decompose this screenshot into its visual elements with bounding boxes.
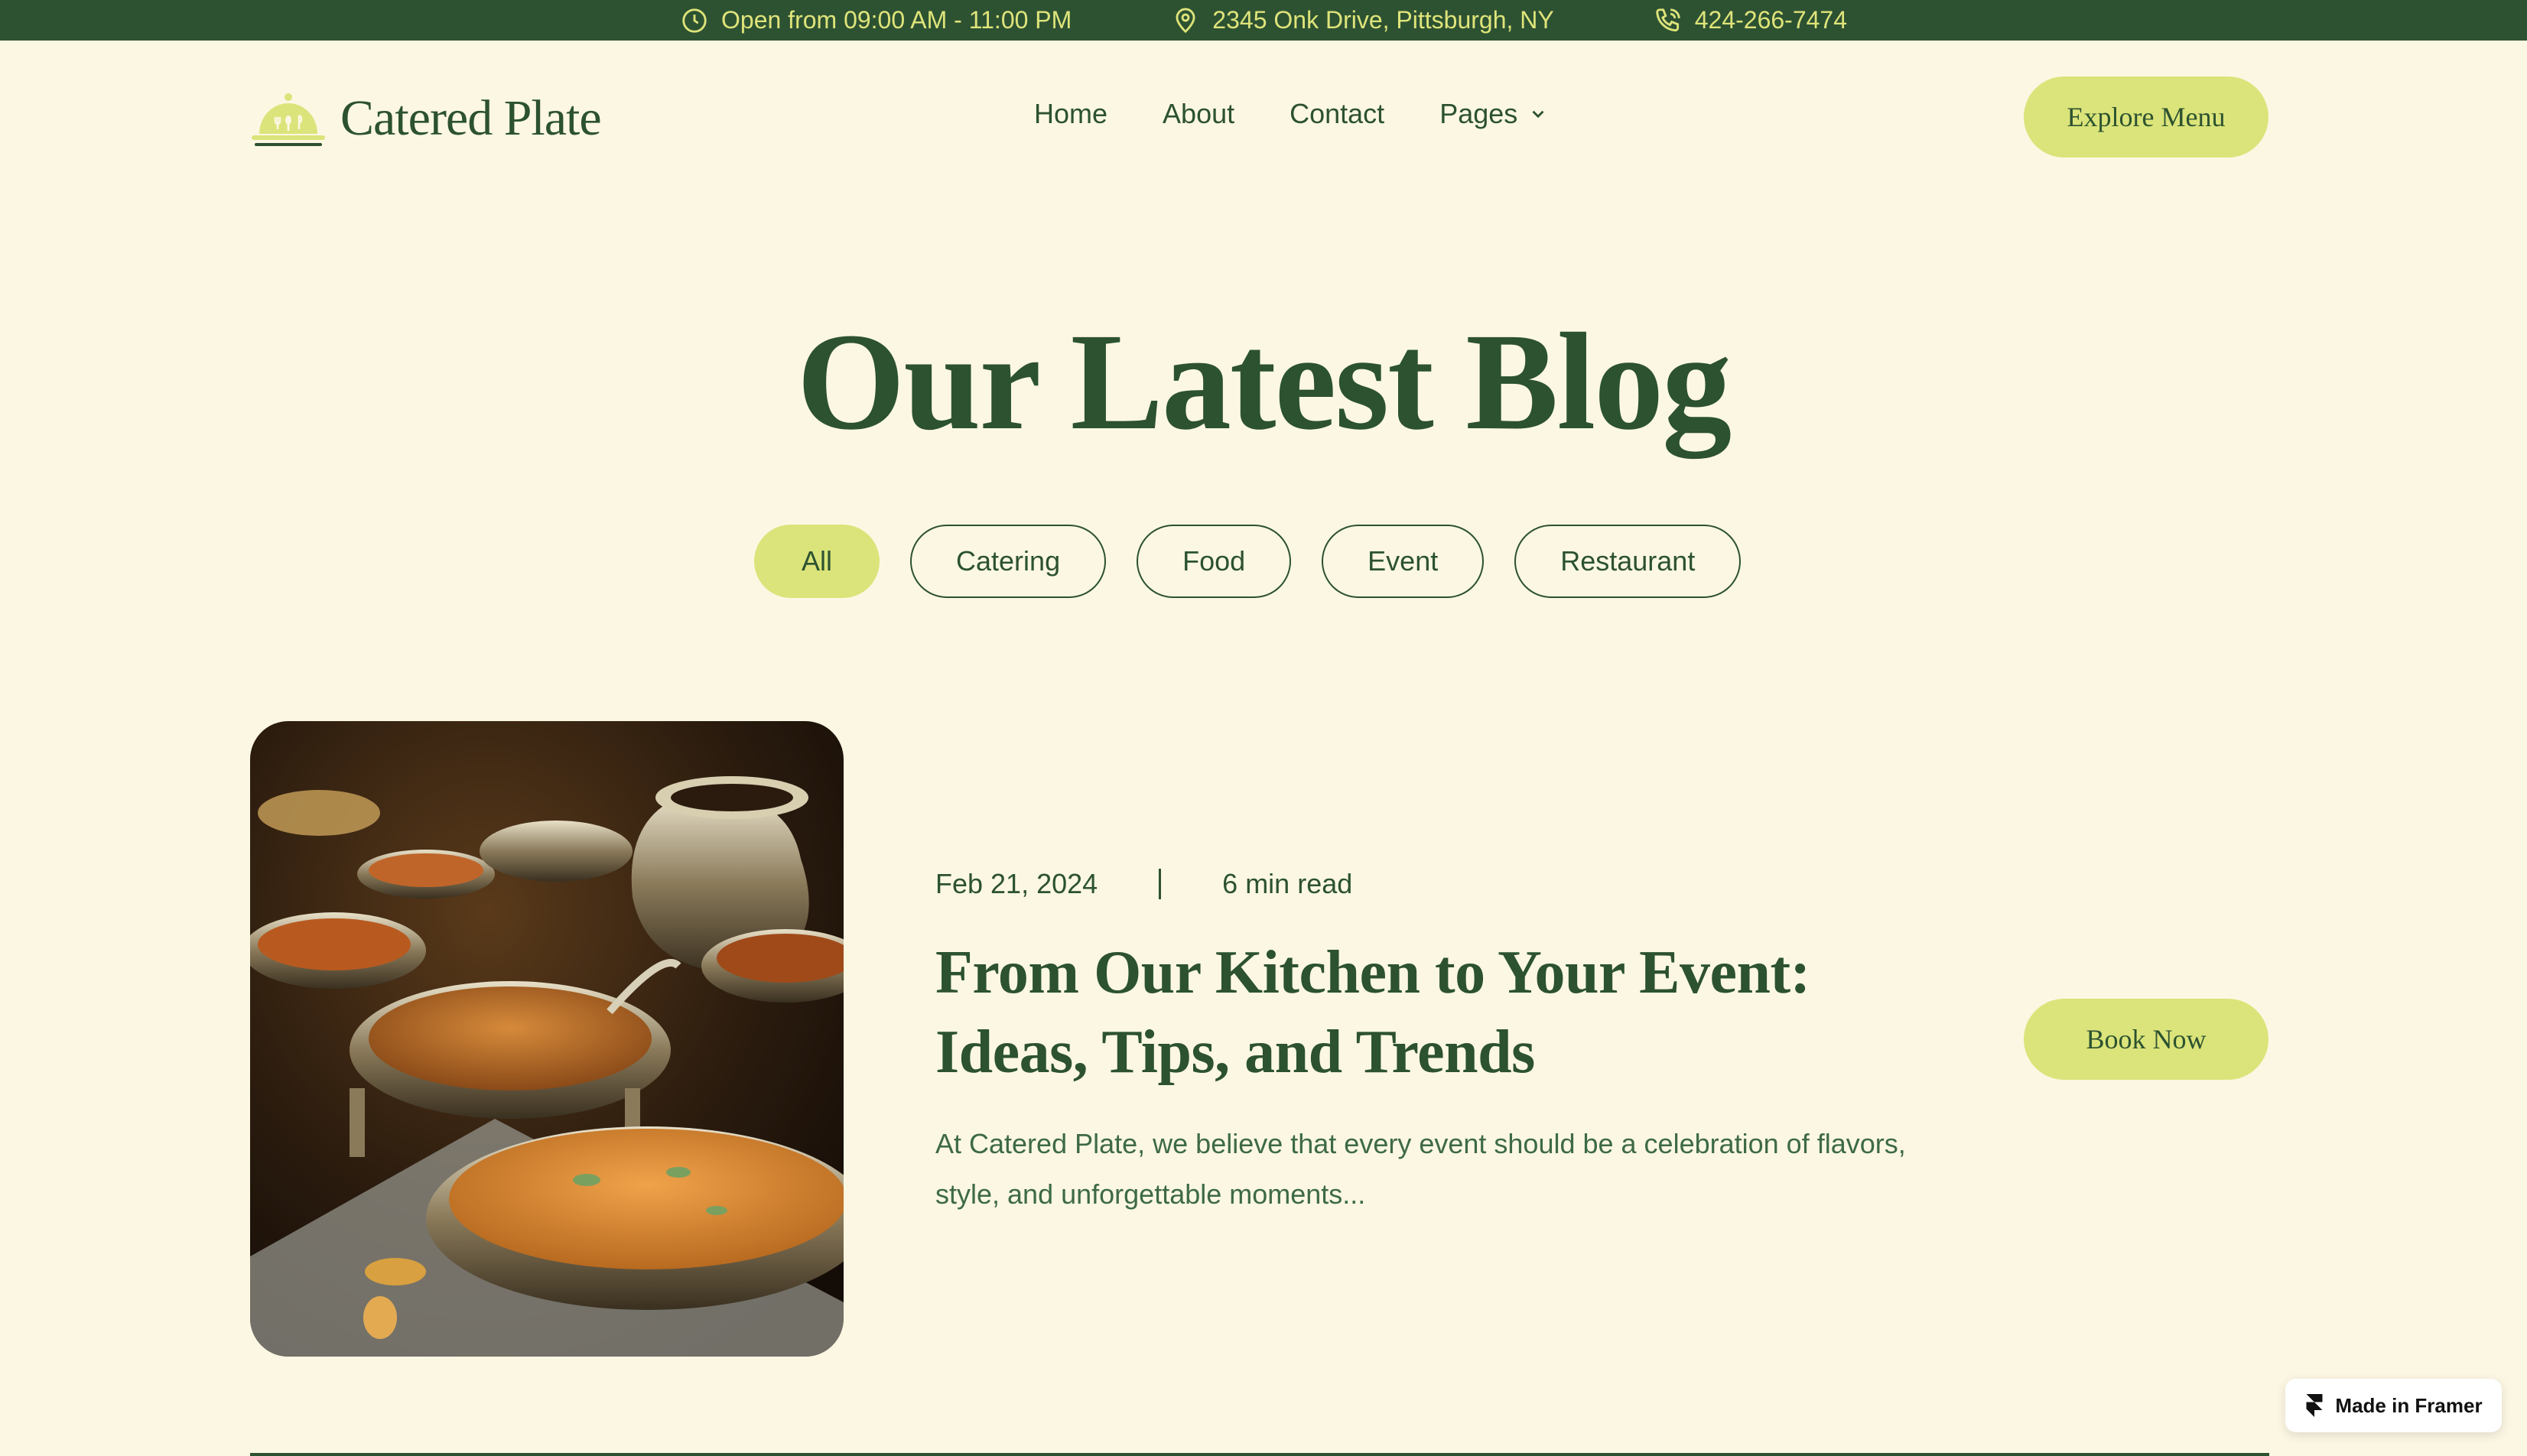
filter-restaurant[interactable]: Restaurant <box>1514 525 1742 598</box>
phone[interactable]: 424-266-7474 <box>1654 6 1847 35</box>
category-filters: All Catering Food Event Restaurant <box>754 525 1742 598</box>
top-info-bar: Open from 09:00 AM - 11:00 PM 2345 Onk D… <box>0 0 2527 41</box>
opening-hours-text: Open from 09:00 AM - 11:00 PM <box>721 6 1072 34</box>
chevron-down-icon <box>1532 110 1544 119</box>
nav-about-label: About <box>1163 98 1235 129</box>
phone-icon <box>1656 8 1680 31</box>
nav-pages-dropdown[interactable]: Pages <box>1439 98 1548 130</box>
nav-about[interactable]: About <box>1163 98 1234 130</box>
clock-icon <box>682 8 707 33</box>
post-title[interactable]: From Our Kitchen to Your Event: Ideas, T… <box>935 933 1853 1092</box>
meta-divider <box>1159 869 1162 899</box>
address-text: 2345 Onk Drive, Pittsburgh, NY <box>1212 6 1554 34</box>
filter-food[interactable]: Food <box>1137 525 1292 598</box>
nav-contact[interactable]: Contact <box>1290 98 1384 130</box>
framer-logo-icon <box>2306 1394 2323 1417</box>
nav-contact-label: Contact <box>1290 98 1385 129</box>
post-date: Feb 21, 2024 <box>935 868 1098 899</box>
filter-catering[interactable]: Catering <box>910 525 1107 598</box>
post-meta: Feb 21, 2024 6 min read <box>935 868 1352 900</box>
map-pin-icon <box>1176 8 1195 33</box>
blog-post-image[interactable] <box>250 721 844 1357</box>
filter-all[interactable]: All <box>754 525 880 598</box>
post-excerpt: At Catered Plate, we believe that every … <box>935 1128 1906 1210</box>
phone-text: 424-266-7474 <box>1694 6 1847 34</box>
made-in-framer-badge[interactable]: Made in Framer <box>2285 1379 2502 1432</box>
cloche-logo-icon <box>252 93 325 146</box>
brand-logo[interactable]: Catered Plate <box>250 89 602 148</box>
site-header: Catered Plate Home About Contact Pages E… <box>0 41 2527 193</box>
nav-home-label: Home <box>1034 98 1108 129</box>
nav-pages-label: Pages <box>1439 98 1518 129</box>
food-photo-illustration <box>250 721 844 1357</box>
brand-name: Catered Plate <box>340 90 602 146</box>
book-now-button[interactable]: Book Now <box>2024 999 2268 1080</box>
address: 2345 Onk Drive, Pittsburgh, NY <box>1171 6 1554 35</box>
main-nav: Home About Contact Pages <box>1034 98 1548 130</box>
filter-event[interactable]: Event <box>1322 525 1485 598</box>
explore-menu-button[interactable]: Explore Menu <box>2024 76 2268 158</box>
page-title: Our Latest Blog <box>796 305 1732 459</box>
opening-hours: Open from 09:00 AM - 11:00 PM <box>680 6 1072 35</box>
section-divider <box>250 1453 2269 1456</box>
framer-badge-label: Made in Framer <box>2335 1393 2483 1417</box>
post-read-time: 6 min read <box>1222 868 1353 899</box>
nav-home[interactable]: Home <box>1034 98 1107 130</box>
